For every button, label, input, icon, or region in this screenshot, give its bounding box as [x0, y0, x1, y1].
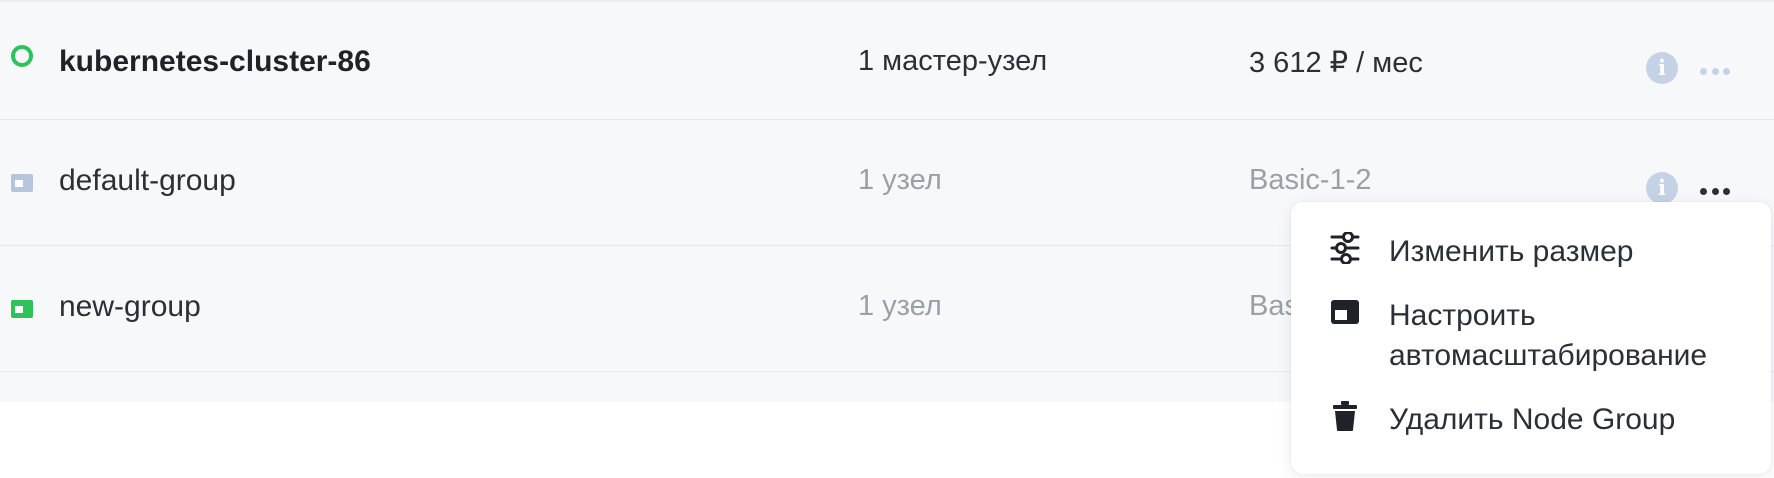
node-group-name[interactable]: default-group: [59, 164, 236, 198]
node-group-icon: [11, 174, 33, 192]
more-options-icon[interactable]: [1700, 66, 1730, 76]
menu-item-label: Изменить размер: [1389, 235, 1634, 268]
node-group-flavor: Basic-1-2: [1249, 164, 1372, 196]
page: kubernetes-cluster-86 1 мастер-узел 3 61…: [0, 0, 1774, 478]
cluster-nodes: 1 мастер-узел: [858, 45, 1048, 77]
node-group-nodes: 1 узел: [858, 290, 942, 322]
menu-item-autoscale[interactable]: Настроить автомасштабирование: [1330, 296, 1749, 376]
status-ring-icon: [11, 45, 33, 67]
menu-item-label: Настроить автомасштабирование: [1389, 299, 1708, 372]
info-icon[interactable]: i: [1646, 52, 1678, 84]
info-icon[interactable]: i: [1646, 172, 1678, 204]
node-group-name[interactable]: new-group: [59, 290, 201, 324]
node-group-icon: [11, 300, 33, 318]
menu-item-delete[interactable]: Удалить Node Group: [1330, 400, 1749, 440]
autoscale-icon: [1330, 296, 1360, 328]
sliders-icon: [1330, 231, 1360, 265]
menu-item-label: Удалить Node Group: [1389, 403, 1676, 436]
more-options-icon[interactable]: [1700, 186, 1730, 196]
menu-item-resize[interactable]: Изменить размер: [1330, 231, 1749, 272]
cluster-price: 3 612 ₽ / мес: [1249, 47, 1423, 79]
context-menu: Изменить размер Настроить автомасштабиро…: [1291, 202, 1771, 474]
node-group-nodes: 1 узел: [858, 164, 942, 196]
trash-icon: [1330, 400, 1360, 432]
cluster-row[interactable]: kubernetes-cluster-86 1 мастер-узел 3 61…: [0, 2, 1774, 120]
cluster-name[interactable]: kubernetes-cluster-86: [59, 45, 371, 79]
